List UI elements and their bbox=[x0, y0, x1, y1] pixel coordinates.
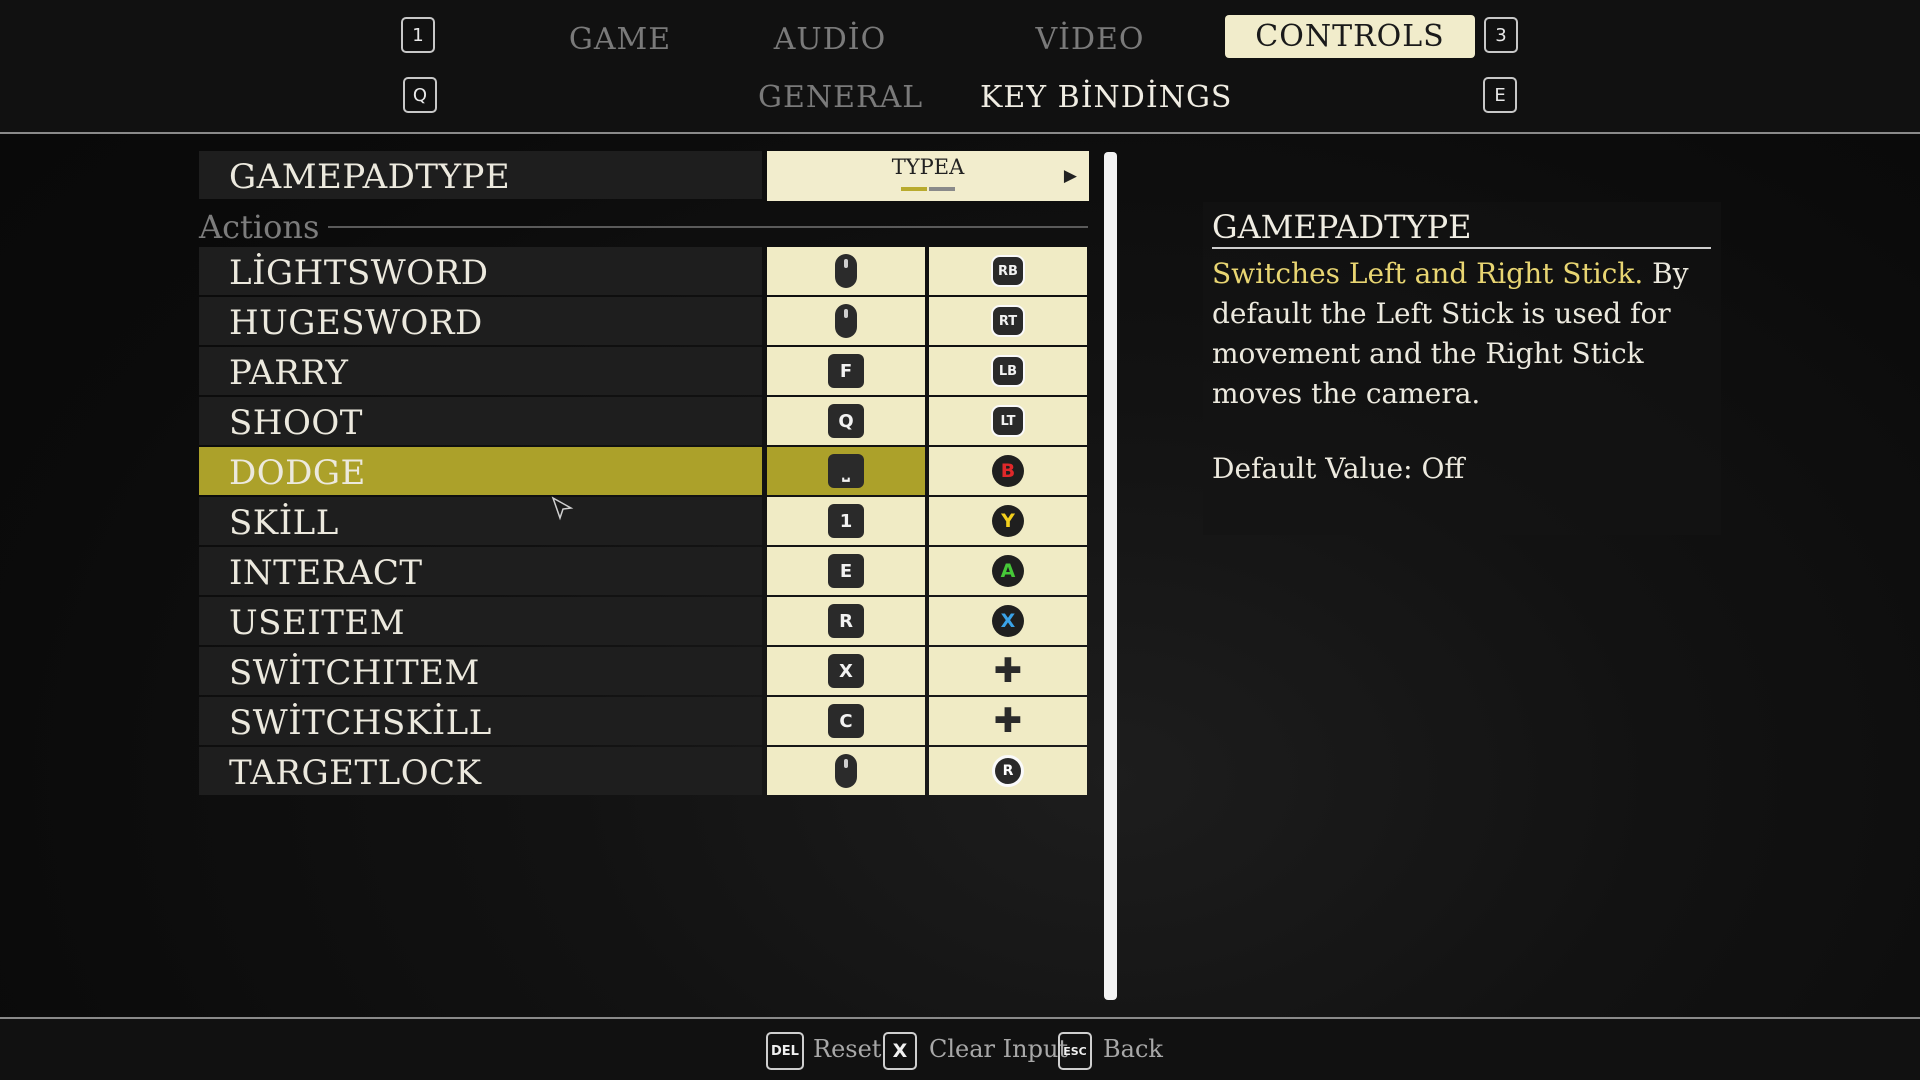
tab-video[interactable]: VİDEO bbox=[970, 18, 1210, 60]
spacebar-key-icon: ⎵ bbox=[828, 454, 864, 488]
footer-divider bbox=[0, 1017, 1920, 1019]
next-subtab-key[interactable]: E bbox=[1483, 77, 1517, 113]
a-button-icon: A bbox=[992, 555, 1024, 587]
keyboard-binding-cell[interactable]: F bbox=[767, 347, 925, 395]
description-divider bbox=[1212, 247, 1711, 249]
right-stick-press-icon: R bbox=[992, 755, 1024, 787]
settings-header bbox=[0, 0, 1920, 133]
option-indicator-inactive bbox=[929, 187, 955, 191]
b-button-icon: B bbox=[992, 455, 1024, 487]
tab-audio[interactable]: AUDİO bbox=[710, 18, 950, 60]
gamepad-binding-cell[interactable]: X bbox=[929, 597, 1087, 645]
keyboard-binding-cell[interactable]: R bbox=[767, 597, 925, 645]
gamepad-binding-cell[interactable]: ✚ bbox=[929, 697, 1087, 745]
keyboard-binding-cell[interactable]: 1 bbox=[767, 497, 925, 545]
keyboard-binding-cell[interactable]: E bbox=[767, 547, 925, 595]
rb-button-icon: RB bbox=[991, 255, 1025, 287]
back-button[interactable]: Back bbox=[1103, 1035, 1163, 1063]
key-f-icon: F bbox=[828, 354, 864, 388]
description-body: Switches Left and Right Stick. By defaul… bbox=[1212, 254, 1712, 414]
gamepad-binding-cell[interactable]: R bbox=[929, 747, 1087, 795]
tab-game[interactable]: GAME bbox=[500, 18, 740, 60]
key-q-icon: Q bbox=[828, 404, 864, 438]
dpad-vertical-icon: ✚ bbox=[993, 701, 1023, 741]
subtab-general[interactable]: GENERAL bbox=[758, 80, 923, 115]
lt-trigger-icon: LT bbox=[991, 405, 1025, 437]
reset-key-icon[interactable]: DEL bbox=[766, 1032, 804, 1070]
x-button-icon: X bbox=[992, 605, 1024, 637]
action-label: SWİTCHITEM bbox=[229, 653, 480, 693]
prev-subtab-key[interactable]: Q bbox=[403, 77, 437, 113]
description-highlight: Switches Left and Right Stick. bbox=[1212, 257, 1644, 290]
header-divider bbox=[0, 132, 1920, 134]
gamepad-binding-cell[interactable]: LT bbox=[929, 397, 1087, 445]
key-c-icon: C bbox=[828, 704, 864, 738]
subtab-key-bindings[interactable]: KEY BİNDİNGS bbox=[980, 80, 1232, 115]
mouse-cursor-icon bbox=[551, 496, 574, 521]
action-label: DODGE bbox=[229, 453, 366, 493]
description-title: GAMEPADTYPE bbox=[1212, 208, 1472, 246]
default-value-text: Default Value: Off bbox=[1212, 452, 1465, 485]
action-label: PARRY bbox=[229, 353, 349, 393]
scrollbar[interactable] bbox=[1104, 152, 1117, 1000]
dpad-horizontal-icon: ✚ bbox=[993, 651, 1023, 691]
keyboard-binding-cell[interactable]: X bbox=[767, 647, 925, 695]
action-label: HUGESWORD bbox=[229, 303, 483, 343]
action-label: SKİLL bbox=[229, 503, 339, 543]
mouse-right-icon bbox=[835, 304, 857, 338]
tab-controls[interactable]: CONTROLS bbox=[1225, 15, 1475, 58]
action-label: SWİTCHSKİLL bbox=[229, 703, 492, 743]
gamepad-binding-cell[interactable]: B bbox=[929, 447, 1087, 495]
clear-input-key-icon[interactable]: X bbox=[883, 1032, 917, 1070]
keyboard-binding-cell[interactable]: ⎵ bbox=[767, 447, 925, 495]
mouse-middle-icon bbox=[835, 754, 857, 788]
actions-divider bbox=[328, 226, 1088, 228]
action-label: LİGHTSWORD bbox=[229, 253, 489, 293]
keyboard-binding-cell[interactable] bbox=[767, 247, 925, 295]
action-label: INTERACT bbox=[229, 553, 423, 593]
option-indicator-active bbox=[901, 187, 927, 191]
keyboard-binding-cell[interactable]: Q bbox=[767, 397, 925, 445]
gamepad-binding-cell[interactable]: RB bbox=[929, 247, 1087, 295]
action-label: SHOOT bbox=[229, 403, 363, 443]
action-label: TARGETLOCK bbox=[229, 753, 482, 793]
next-tab-key[interactable]: 3 bbox=[1484, 17, 1518, 53]
gamepad-type-value: TYPEA bbox=[891, 155, 965, 179]
actions-section-label: Actions bbox=[199, 208, 320, 246]
back-key-icon[interactable]: ESC bbox=[1058, 1032, 1092, 1070]
keyboard-binding-cell[interactable] bbox=[767, 297, 925, 345]
clear-input-button[interactable]: Clear Input bbox=[929, 1035, 1068, 1063]
rt-trigger-icon: RT bbox=[991, 305, 1025, 337]
y-button-icon: Y bbox=[992, 505, 1024, 537]
key-r-icon: R bbox=[828, 604, 864, 638]
prev-tab-key[interactable]: 1 bbox=[401, 17, 435, 53]
key-1-icon: 1 bbox=[828, 504, 864, 538]
gamepad-type-label: GAMEPADTYPE bbox=[229, 157, 511, 197]
mouse-left-icon bbox=[835, 254, 857, 288]
gamepad-binding-cell[interactable]: A bbox=[929, 547, 1087, 595]
keyboard-binding-cell[interactable]: C bbox=[767, 697, 925, 745]
gamepad-binding-cell[interactable]: Y bbox=[929, 497, 1087, 545]
gamepad-binding-cell[interactable]: ✚ bbox=[929, 647, 1087, 695]
action-label: USEITEM bbox=[229, 603, 406, 643]
lb-button-icon: LB bbox=[991, 355, 1025, 387]
reset-button[interactable]: Reset bbox=[813, 1035, 881, 1063]
arrow-right-icon[interactable]: ▶ bbox=[1064, 166, 1077, 186]
gamepad-type-selector[interactable]: TYPEA ▶ bbox=[767, 151, 1089, 201]
keyboard-binding-cell[interactable] bbox=[767, 747, 925, 795]
key-e-icon: E bbox=[828, 554, 864, 588]
key-x-icon: X bbox=[828, 654, 864, 688]
gamepad-binding-cell[interactable]: RT bbox=[929, 297, 1087, 345]
gamepad-binding-cell[interactable]: LB bbox=[929, 347, 1087, 395]
